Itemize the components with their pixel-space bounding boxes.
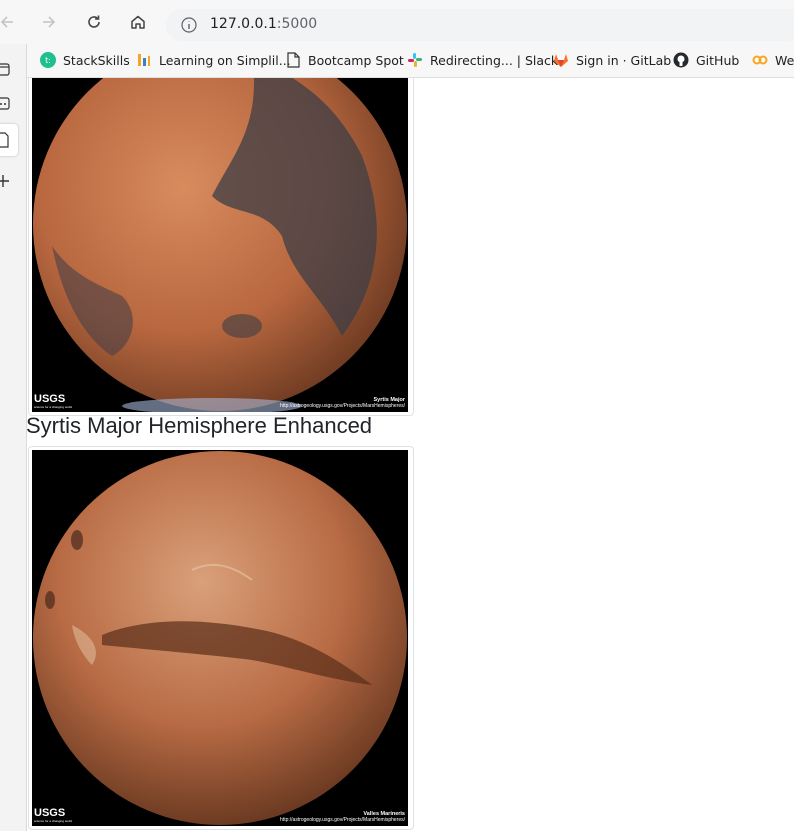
- home-icon[interactable]: [125, 9, 151, 35]
- hemisphere-image: USGS science for a changing world Syrtis …: [32, 78, 408, 412]
- slack-icon: [407, 52, 423, 68]
- bookmark-stackskills[interactable]: t: StackSkills: [40, 50, 130, 70]
- back-arrow-icon[interactable]: [0, 9, 20, 35]
- bookmarks-bar: t: StackSkills Learning on Simplil... Bo…: [0, 44, 794, 78]
- bookmark-bootcamp-spot[interactable]: Bootcamp Spot: [285, 50, 404, 70]
- bookmark-label: Learning on Simplil...: [159, 52, 291, 68]
- gitlab-icon: [553, 52, 569, 68]
- image-credit: Syrtis Major http://astrogeology.usgs.gov…: [280, 397, 405, 409]
- address-bar[interactable]: 127.0.0.1:5000: [166, 9, 794, 41]
- bookmark-simplilearn[interactable]: Learning on Simplil...: [136, 50, 291, 70]
- bookmark-coursera[interactable]: Wel: [752, 50, 794, 70]
- usgs-logo: USGS science for a changing world: [34, 807, 73, 823]
- coursera-icon: [752, 52, 768, 68]
- bookmark-label: GitHub: [696, 52, 740, 68]
- bookmark-gitlab[interactable]: Sign in · GitLab: [553, 50, 671, 70]
- hemisphere-image-card: USGS science for a changing world Syrtis …: [28, 78, 414, 416]
- bookmark-label: Redirecting... | Slack: [430, 52, 559, 68]
- github-icon: [673, 52, 689, 68]
- reload-icon[interactable]: [81, 9, 107, 35]
- hemisphere-image-card: USGS science for a changing world Valles …: [28, 446, 414, 830]
- workspace-tab-icon[interactable]: [0, 94, 12, 112]
- hemisphere-title: Syrtis Major Hemisphere Enhanced: [26, 413, 373, 438]
- tab-actions-icon[interactable]: [0, 60, 12, 78]
- bookmark-label: Bootcamp Spot: [308, 52, 404, 68]
- usgs-logo: USGS science for a changing world: [34, 393, 73, 409]
- simplilearn-icon: [136, 52, 152, 68]
- vertical-tabs-sidebar: [0, 44, 27, 831]
- bookmark-label: Wel: [775, 52, 794, 68]
- image-credit: Valles Marineris http://astrogeology.usgs…: [280, 811, 405, 823]
- stackskills-icon: t:: [40, 52, 56, 68]
- bookmark-label: StackSkills: [63, 52, 130, 68]
- new-tab-plus-icon[interactable]: [0, 172, 12, 190]
- url-text: 127.0.0.1:5000: [210, 16, 318, 32]
- page-content: USGS science for a changing world Syrtis …: [26, 78, 794, 831]
- hemisphere-image: USGS science for a changing world Valles …: [32, 450, 408, 826]
- svg-text:t:: t:: [45, 56, 51, 65]
- forward-arrow-icon[interactable]: [36, 9, 62, 35]
- bookmark-label: Sign in · GitLab: [576, 52, 672, 68]
- bookmark-slack[interactable]: Redirecting... | Slack: [407, 50, 558, 70]
- info-icon[interactable]: [180, 16, 198, 38]
- page-icon: [285, 52, 301, 68]
- page-tab-icon[interactable]: [0, 131, 12, 149]
- browser-toolbar: 127.0.0.1:5000: [0, 0, 794, 44]
- bookmark-github[interactable]: GitHub: [673, 50, 739, 70]
